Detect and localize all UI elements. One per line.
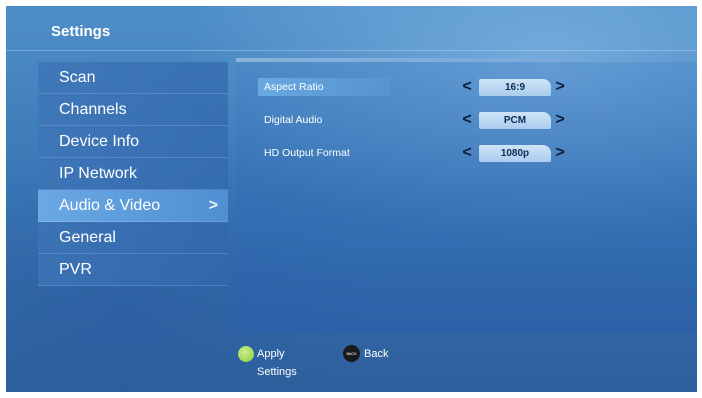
- apply-settings-label[interactable]: Apply Settings: [257, 345, 297, 378]
- setting-label: HD Output Format: [264, 147, 350, 159]
- sidebar-item-label: IP Network: [59, 165, 137, 182]
- page-title: Settings: [51, 23, 111, 40]
- sidebar-item-ip-network[interactable]: IP Network: [38, 158, 228, 190]
- setting-label: Digital Audio: [264, 114, 323, 126]
- chevron-left-icon[interactable]: <: [462, 111, 472, 129]
- chevron-right-icon: >: [208, 197, 218, 214]
- chevron-right-icon[interactable]: >: [555, 111, 565, 129]
- setting-value: PCM: [479, 112, 551, 129]
- sidebar-item-label: General: [59, 229, 116, 246]
- setting-value: 16:9: [479, 79, 551, 96]
- setting-value: 1080p: [479, 145, 551, 162]
- sidebar-item-pvr[interactable]: PVR: [38, 254, 228, 286]
- sidebar-item-label: Audio & Video: [59, 197, 161, 214]
- sidebar-item-general[interactable]: General: [38, 222, 228, 254]
- chevron-right-icon[interactable]: >: [555, 144, 565, 162]
- sidebar-item-label: Channels: [59, 101, 127, 118]
- sidebar-item-label: Scan: [59, 69, 96, 86]
- green-button-icon[interactable]: [238, 346, 254, 362]
- chevron-left-icon[interactable]: <: [462, 78, 472, 96]
- sidebar-item-label: Device Info: [59, 133, 140, 150]
- chevron-left-icon[interactable]: <: [462, 144, 472, 162]
- setting-row-hd-output-format[interactable]: HD Output Format < 1080p >: [258, 144, 688, 166]
- back-button-icon[interactable]: BACK: [343, 345, 360, 362]
- tv-settings-screen: Settings Scan Channels Device Info IP Ne…: [6, 6, 697, 392]
- setting-label: Aspect Ratio: [258, 78, 390, 96]
- chevron-right-icon[interactable]: >: [555, 78, 565, 96]
- back-label[interactable]: Back: [364, 345, 388, 363]
- sidebar-item-channels[interactable]: Channels: [38, 94, 228, 126]
- setting-row-digital-audio[interactable]: Digital Audio < PCM >: [258, 111, 688, 133]
- header: Settings: [6, 6, 697, 51]
- sidebar-item-label: PVR: [59, 261, 92, 278]
- settings-content-panel: Aspect Ratio < 16:9 > Digital Audio < PC…: [236, 58, 697, 333]
- sidebar-item-audio-video[interactable]: Audio & Video >: [38, 190, 228, 222]
- sidebar-item-scan[interactable]: Scan: [38, 62, 228, 94]
- header-divider: [6, 50, 697, 51]
- settings-sidebar: Scan Channels Device Info IP Network Aud…: [38, 62, 228, 286]
- setting-row-aspect-ratio[interactable]: Aspect Ratio < 16:9 >: [258, 78, 688, 100]
- sidebar-item-device-info[interactable]: Device Info: [38, 126, 228, 158]
